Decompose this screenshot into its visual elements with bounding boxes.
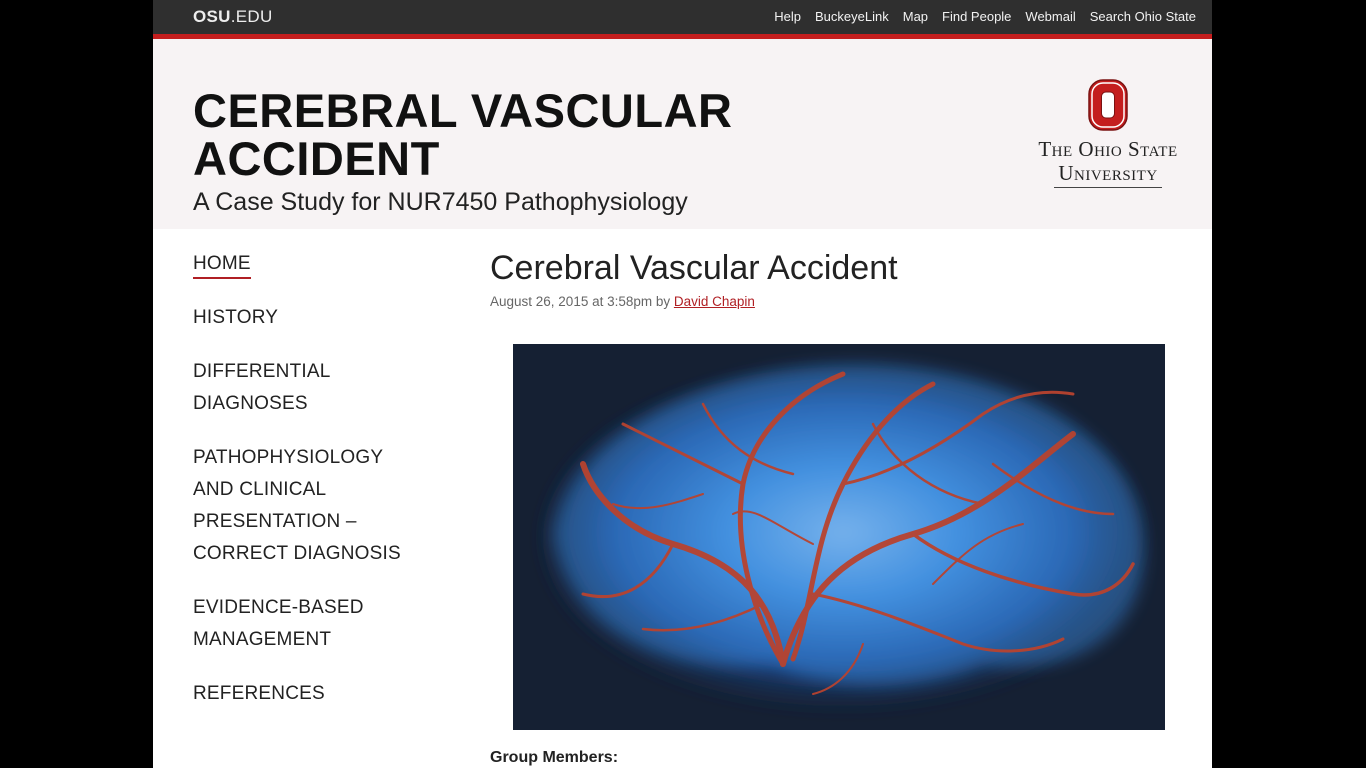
- sidebar-item-history[interactable]: HISTORY: [193, 302, 443, 334]
- post-meta: August 26, 2015 at 3:58pm by David Chapi…: [490, 294, 755, 309]
- osu-edu-link[interactable]: OSU.EDU: [193, 7, 273, 27]
- site-title[interactable]: CEREBRAL VASCULAR ACCIDENT: [193, 87, 793, 183]
- brain-vasculature-image: [513, 344, 1165, 730]
- nav-buckeyelink-link[interactable]: BuckeyeLink: [815, 9, 889, 24]
- brand-line2: University: [1054, 161, 1162, 188]
- osu-top-bar: OSU.EDU Help BuckeyeLink Map Find People…: [153, 0, 1212, 39]
- brain-vasculature-illustration: [513, 344, 1165, 730]
- nav-help-link[interactable]: Help: [774, 9, 801, 24]
- sidebar-item-differential-diagnoses[interactable]: DIFFERENTIAL DIAGNOSES: [193, 356, 363, 420]
- site-header: CEREBRAL VASCULAR ACCIDENT A Case Study …: [153, 39, 1212, 229]
- osu-logo-light: .EDU: [230, 7, 273, 26]
- sidebar-item-home[interactable]: HOME: [193, 248, 443, 280]
- sidebar-nav: HOME HISTORY DIFFERENTIAL DIAGNOSES PATH…: [193, 248, 443, 732]
- osu-logo-bold: OSU: [193, 7, 231, 26]
- brand-line1: The Ohio State: [1038, 137, 1178, 161]
- sidebar-item-references[interactable]: REFERENCES: [193, 678, 443, 710]
- site-subtitle: A Case Study for NUR7450 Pathophysiology: [193, 188, 688, 216]
- group-members-heading: Group Members:: [490, 749, 619, 766]
- post-title[interactable]: Cerebral Vascular Accident: [490, 249, 898, 288]
- sidebar-item-pathophysiology[interactable]: PATHOPHYSIOLOGY AND CLINICAL PRESENTATIO…: [193, 442, 413, 570]
- post-date: August 26, 2015 at 3:58pm by: [490, 294, 674, 309]
- sidebar-item-evidence-based-management[interactable]: EVIDENCE-BASED MANAGEMENT: [193, 592, 383, 656]
- site-title-line1: CEREBRAL VASCULAR: [193, 84, 733, 137]
- osu-brand-logo[interactable]: The Ohio State University: [1023, 79, 1193, 188]
- osu-nav: Help BuckeyeLink Map Find People Webmail…: [774, 9, 1196, 24]
- block-o-icon: [1088, 79, 1128, 131]
- browser-viewport: OSU.EDU Help BuckeyeLink Map Find People…: [153, 0, 1212, 768]
- nav-search-osu-link[interactable]: Search Ohio State: [1090, 9, 1196, 24]
- post-author-link[interactable]: David Chapin: [674, 294, 755, 309]
- nav-webmail-link[interactable]: Webmail: [1025, 9, 1075, 24]
- site-title-line2: ACCIDENT: [193, 132, 440, 185]
- sidebar-item-label: HOME: [193, 251, 251, 279]
- nav-find-people-link[interactable]: Find People: [942, 9, 1011, 24]
- nav-map-link[interactable]: Map: [903, 9, 928, 24]
